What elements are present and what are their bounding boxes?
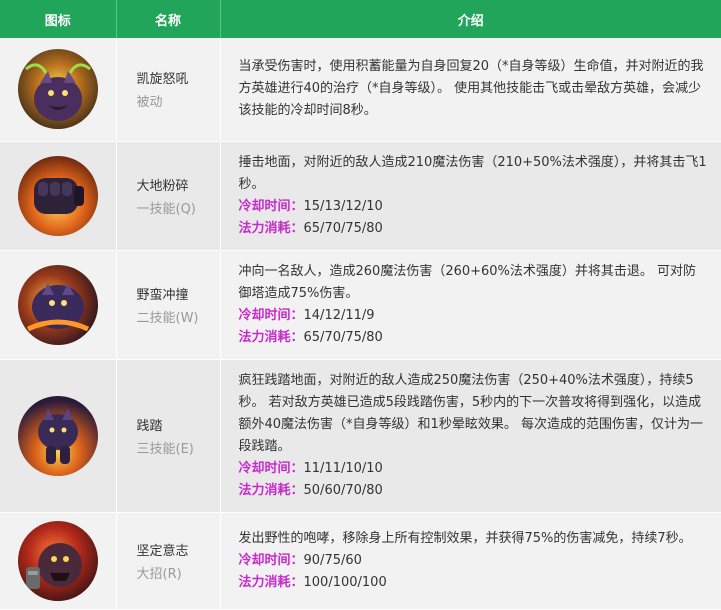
table-row: 践踏 三技能(E) 疯狂践踏地面，对附近的敌人造成250魔法伤害（250+40%…: [0, 359, 721, 513]
skill-type: 大招(R): [136, 566, 182, 582]
cooldown-label: 冷却时间：: [238, 307, 304, 323]
cooldown-label: 冷却时间：: [238, 460, 304, 476]
fist-icon: [17, 155, 98, 236]
skill-desc: 当承受伤害时，使用积蓄能量为自身回复20（*自身等级）生命值，并对附近的我方英雄…: [238, 59, 704, 119]
cooldown-label: 冷却时间：: [238, 198, 304, 214]
stomp-icon: [17, 395, 98, 476]
cooldown-value: 11/11/10/10: [303, 460, 383, 476]
cost-label: 法力消耗：: [238, 482, 304, 498]
table-row: 坚定意志 大招(R) 发出野性的咆哮，移除身上所有控制效果，并获得75%的伤害减…: [0, 512, 721, 610]
cooldown-value: 90/75/60: [303, 552, 362, 568]
header-icon: 图标: [0, 0, 117, 38]
cost-label: 法力消耗：: [238, 329, 304, 345]
skills-table: 图标 名称 介绍 凯旋怒吼 被动 当承受伤害时，使用积蓄能量为自身回复20（*自…: [0, 0, 721, 610]
skill-desc: 发出野性的咆哮，移除身上所有控制效果，并获得75%的伤害减免，持续7秒。: [238, 530, 692, 546]
cost-value: 65/70/75/80: [303, 220, 383, 236]
cost-line: 法力消耗：65/70/75/80: [239, 327, 708, 349]
cost-value: 50/60/70/80: [303, 482, 383, 498]
cost-label: 法力消耗：: [238, 220, 304, 236]
cooldown-line: 冷却时间：90/75/60: [239, 550, 708, 572]
cooldown-line: 冷却时间：15/13/12/10: [239, 196, 708, 218]
roar-icon: [17, 49, 98, 130]
cost-line: 法力消耗：50/60/70/80: [239, 480, 708, 502]
skill-name: 野蛮冲撞: [136, 287, 189, 303]
header-name: 名称: [116, 0, 221, 38]
skill-type: 被动: [136, 95, 163, 111]
cooldown-label: 冷却时间：: [238, 552, 304, 568]
table-row: 野蛮冲撞 二技能(W) 冲向一名敌人，造成260魔法伤害（260+60%法术强度…: [0, 250, 721, 360]
skill-desc: 疯狂践踏地面，对附近的敌人造成250魔法伤害（250+40%法术强度），持续5秒…: [238, 372, 703, 454]
skill-desc: 捶击地面，对附近的敌人造成210魔法伤害（210+50%法术强度），并将其击飞1…: [238, 154, 707, 192]
cooldown-line: 冷却时间：11/11/10/10: [239, 458, 708, 480]
table-row: 凯旋怒吼 被动 当承受伤害时，使用积蓄能量为自身回复20（*自身等级）生命值，并…: [0, 38, 721, 142]
cost-line: 法力消耗：100/100/100: [239, 572, 708, 594]
resolve-icon: [17, 520, 98, 601]
skill-type: 一技能(Q): [136, 201, 196, 217]
skill-name: 大地粉碎: [136, 178, 189, 194]
skill-type: 三技能(E): [136, 441, 194, 457]
cooldown-line: 冷却时间：14/12/11/9: [239, 305, 708, 327]
cost-value: 65/70/75/80: [303, 329, 383, 345]
charge-icon: [17, 264, 98, 345]
table-header-row: 图标 名称 介绍: [0, 0, 721, 38]
skill-type: 二技能(W): [136, 310, 199, 326]
header-desc: 介绍: [220, 0, 721, 38]
skill-desc: 冲向一名敌人，造成260魔法伤害（260+60%法术强度）并将其击退。 可对防御…: [238, 263, 697, 301]
table-row: 大地粉碎 一技能(Q) 捶击地面，对附近的敌人造成210魔法伤害（210+50%…: [0, 141, 721, 251]
cooldown-value: 15/13/12/10: [303, 198, 383, 214]
cooldown-value: 14/12/11/9: [303, 307, 375, 323]
cost-value: 100/100/100: [303, 574, 387, 590]
skill-name: 坚定意志: [136, 543, 189, 559]
skill-name: 践踏: [136, 418, 163, 434]
skill-name: 凯旋怒吼: [136, 72, 189, 88]
cost-label: 法力消耗：: [238, 574, 304, 590]
cost-line: 法力消耗：65/70/75/80: [239, 218, 708, 240]
